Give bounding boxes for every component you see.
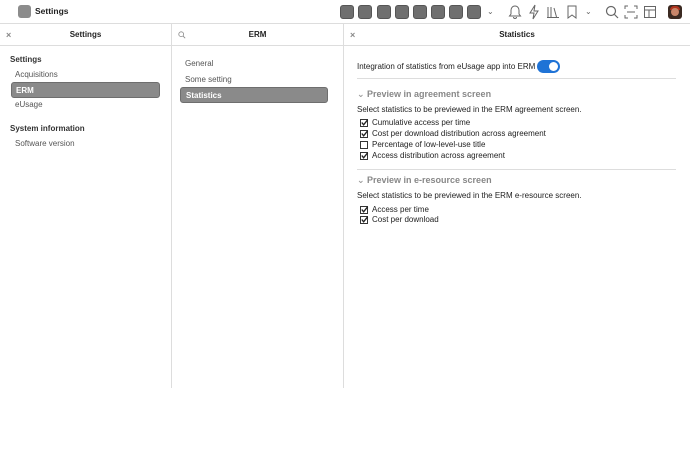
checkbox-cumulative-access[interactable] — [360, 119, 369, 127]
divider — [357, 169, 676, 170]
erm-pane-header: ERM — [172, 24, 343, 46]
system-info-heading: System information — [10, 124, 85, 133]
eresource-section-title[interactable]: ⌄ Preview in e-resource screen — [357, 175, 492, 186]
agreement-section-title[interactable]: ⌄ Preview in agreement screen — [357, 89, 491, 100]
library-icon[interactable] — [545, 4, 561, 20]
checkbox-label: Cumulative access per time — [372, 118, 471, 127]
toggle-knob — [549, 62, 558, 71]
agreement-description: Select statistics to be previewed in the… — [357, 105, 582, 114]
settings-pane-header: × Settings — [0, 24, 171, 46]
checkbox-low-level-use[interactable] — [360, 141, 368, 149]
apps-chevron-down-icon[interactable]: ⌄ — [487, 7, 494, 16]
checkbox-access-distribution[interactable] — [360, 152, 369, 160]
empty-footer-area — [0, 388, 690, 467]
search-icon[interactable] — [178, 31, 186, 39]
settings-app-icon[interactable] — [18, 5, 31, 18]
nav-item-software-version[interactable]: Software version — [11, 136, 160, 152]
erm-item-general[interactable]: General — [180, 56, 328, 72]
top-bar: Settings ⌄ ⌄ — [0, 0, 690, 24]
erm-item-statistics[interactable]: Statistics — [180, 87, 328, 103]
close-icon[interactable]: × — [350, 24, 355, 46]
checkbox-cost-per-download[interactable] — [360, 216, 369, 224]
bookmark-chevron-down-icon[interactable]: ⌄ — [585, 7, 592, 16]
eresource-section-title-text: Preview in e-resource screen — [367, 175, 492, 185]
app-button-8[interactable] — [467, 5, 481, 19]
app-button-4[interactable] — [395, 5, 409, 19]
integration-label: Integration of statistics from eUsage ap… — [357, 62, 536, 71]
erm-item-some-setting[interactable]: Some setting — [180, 72, 328, 88]
app-button-2[interactable] — [358, 5, 372, 19]
checkbox-label: Access per time — [372, 205, 429, 214]
layout-icon[interactable] — [642, 4, 658, 20]
nav-item-erm[interactable]: ERM — [11, 82, 160, 98]
search-icon[interactable] — [604, 4, 620, 20]
chevron-down-icon: ⌄ — [357, 89, 365, 99]
bookmark-icon[interactable] — [564, 4, 580, 20]
app-button-6[interactable] — [431, 5, 445, 19]
app-title: Settings — [35, 6, 69, 16]
app-button-1[interactable] — [340, 5, 354, 19]
nav-item-acquisitions[interactable]: Acquisitions — [11, 67, 160, 83]
settings-pane-title: Settings — [69, 30, 102, 39]
erm-pane-title: ERM — [248, 30, 267, 39]
lightning-icon[interactable] — [526, 4, 542, 20]
statistics-pane-title: Statistics — [499, 30, 535, 39]
user-avatar[interactable] — [668, 5, 682, 19]
app-button-5[interactable] — [413, 5, 427, 19]
agreement-section-title-text: Preview in agreement screen — [367, 89, 492, 99]
eresource-description: Select statistics to be previewed in the… — [357, 191, 582, 200]
settings-section-heading: Settings — [10, 55, 42, 64]
statistics-pane-header: × Statistics — [344, 24, 690, 46]
chevron-down-icon: ⌄ — [357, 175, 365, 185]
checkbox-label: Percentage of low-level-use title — [372, 140, 486, 149]
nav-item-eusage[interactable]: eUsage — [11, 97, 160, 113]
checkbox-label: Access distribution across agreement — [372, 151, 505, 160]
bell-icon[interactable] — [507, 4, 523, 20]
divider — [357, 78, 676, 79]
app-button-3[interactable] — [377, 5, 391, 19]
checkbox-access-per-time[interactable] — [360, 206, 369, 214]
integration-toggle[interactable] — [537, 60, 560, 73]
checkbox-cost-per-download-distribution[interactable] — [360, 130, 369, 138]
checkbox-label: Cost per download distribution across ag… — [372, 129, 546, 138]
close-icon[interactable]: × — [6, 24, 11, 46]
checkbox-label: Cost per download — [372, 215, 439, 224]
app-button-7[interactable] — [449, 5, 463, 19]
scan-icon[interactable] — [623, 4, 639, 20]
